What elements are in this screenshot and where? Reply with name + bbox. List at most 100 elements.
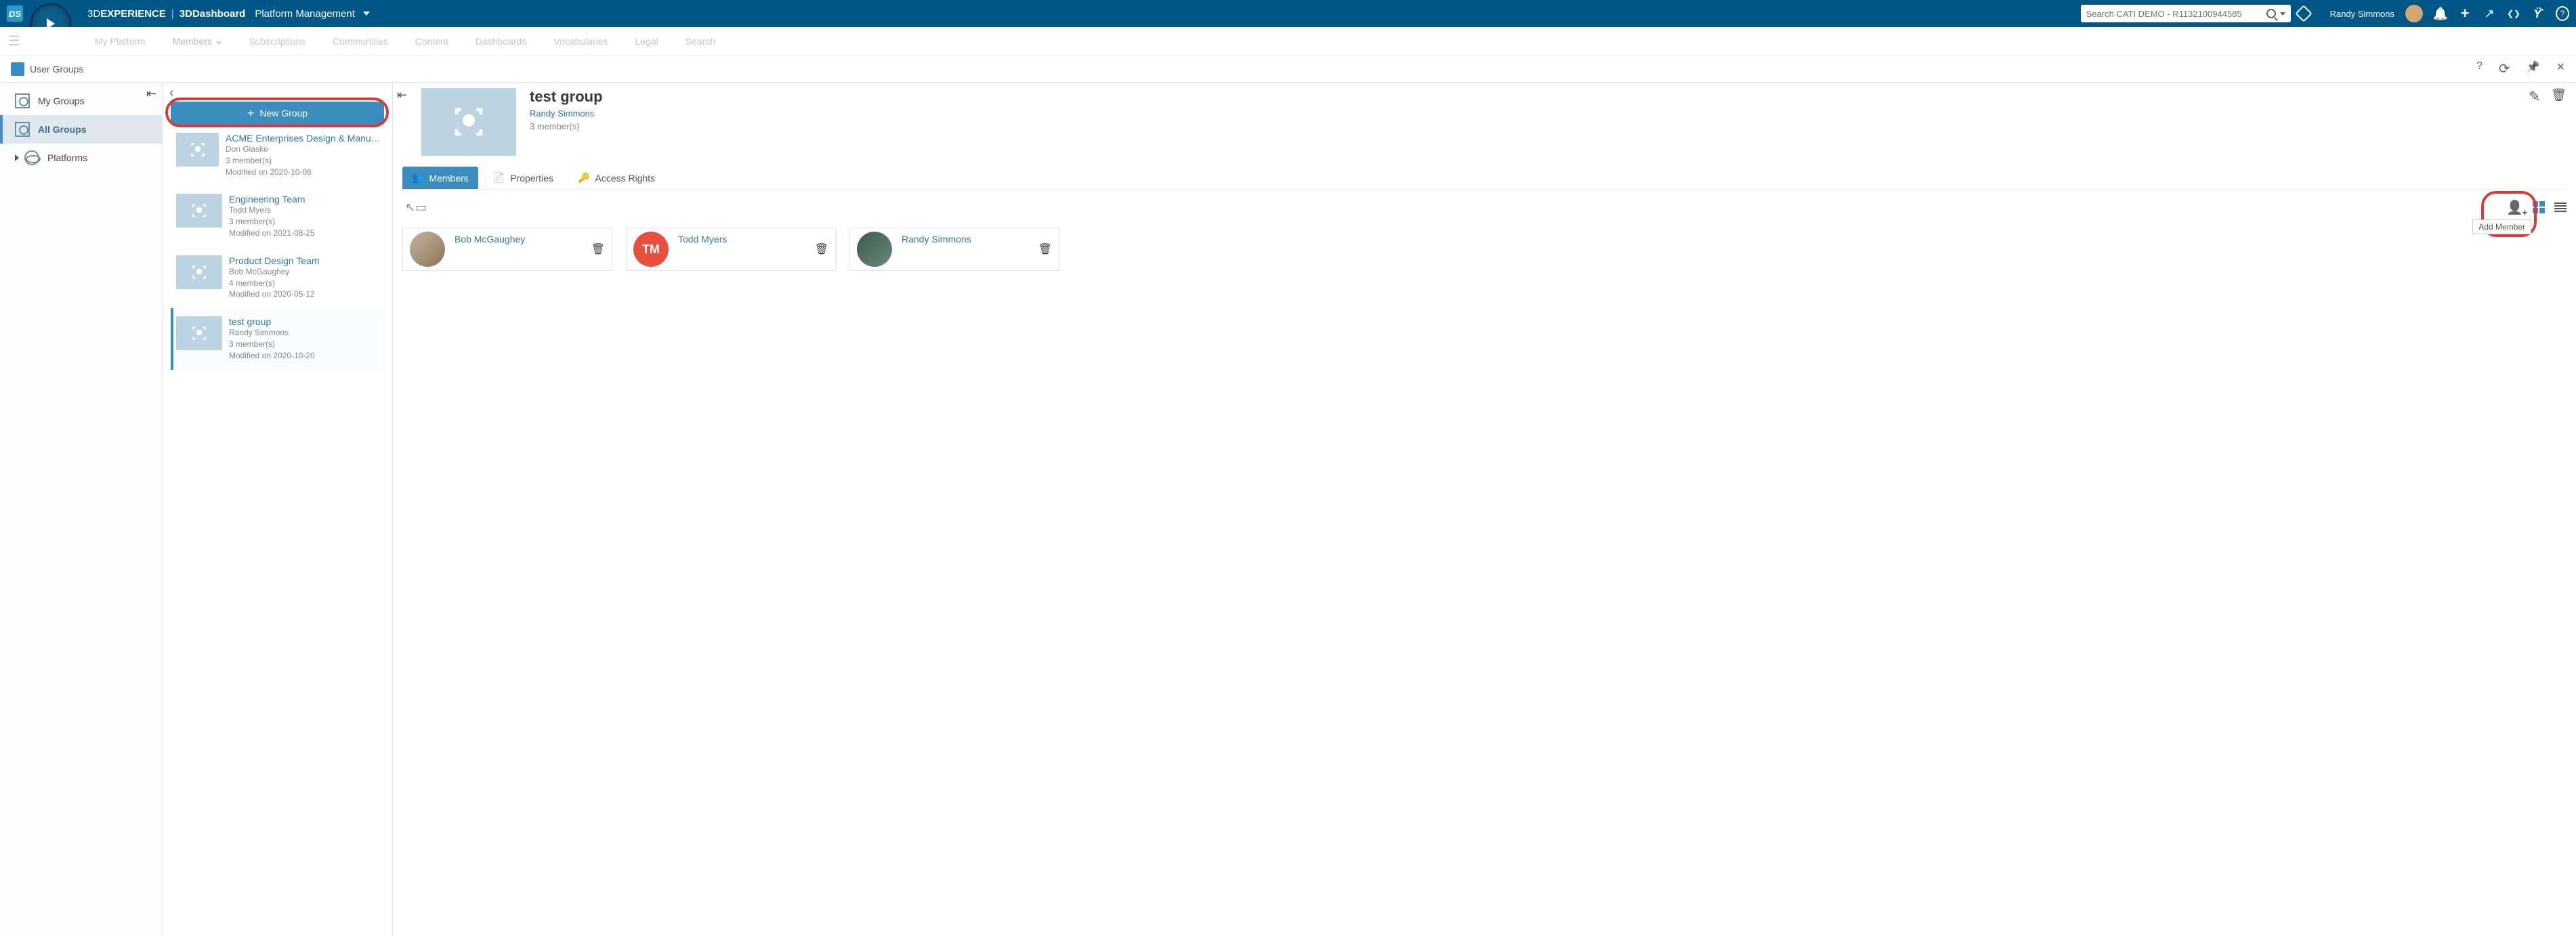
- group-thumb-icon: [176, 255, 222, 289]
- member-avatar: [410, 232, 445, 267]
- properties-icon: 📄: [493, 172, 505, 184]
- member-card[interactable]: Randy Simmons: [849, 228, 1059, 271]
- edit-icon[interactable]: [2529, 88, 2540, 105]
- subnav-subscriptions[interactable]: Subscriptions: [249, 36, 305, 47]
- user-avatar[interactable]: [2405, 5, 2423, 22]
- detail-tabs: 👥 Members 📄 Properties 🔑 Access Rights: [402, 167, 2567, 190]
- member-name[interactable]: Randy Simmons: [902, 234, 971, 244]
- refresh-icon[interactable]: [2499, 60, 2510, 77]
- brand-bold: EXPERIENCE: [100, 8, 166, 20]
- member-avatar: TM: [633, 232, 669, 267]
- app-icon: [11, 62, 24, 76]
- panel-title: User Groups: [30, 64, 83, 75]
- group-name: test group: [229, 316, 315, 327]
- group-members: 4 member(s): [229, 278, 320, 289]
- sidebar-item-label: Platforms: [47, 152, 87, 163]
- search-icon[interactable]: [2266, 9, 2276, 18]
- collapse-sidebar-icon[interactable]: ⇤: [146, 87, 156, 101]
- group-thumb-icon: [176, 133, 219, 167]
- access-icon: 🔑: [578, 172, 589, 184]
- tab-properties[interactable]: 📄 Properties: [484, 167, 563, 189]
- sidebar-item-platforms[interactable]: Platforms: [0, 144, 162, 172]
- help-icon[interactable]: [2556, 7, 2569, 20]
- member-card[interactable]: Bob McGaughey: [402, 228, 612, 271]
- group-icon: [15, 122, 30, 137]
- group-members: 3 member(s): [226, 155, 381, 167]
- global-search[interactable]: [2081, 5, 2291, 22]
- close-icon[interactable]: [2556, 60, 2565, 77]
- delete-icon[interactable]: [2551, 88, 2567, 105]
- main-area: ⇤ My Groups All Groups Platforms ‹ + New…: [0, 83, 2576, 936]
- grid-view-icon[interactable]: [2533, 201, 2545, 213]
- group-list-item[interactable]: test group Randy Simmons 3 member(s) Mod…: [171, 308, 384, 369]
- remove-member-icon[interactable]: [1038, 242, 1052, 256]
- group-name: ACME Enterprises Design & Manufa…: [226, 133, 381, 144]
- group-list-item[interactable]: Product Design Team Bob McGaughey 4 memb…: [171, 247, 384, 308]
- context-label[interactable]: Platform Management: [255, 8, 355, 20]
- new-group-label: New Group: [259, 108, 308, 119]
- back-icon[interactable]: ‹: [169, 85, 174, 101]
- collapse-detail-icon[interactable]: ⇤: [397, 88, 407, 102]
- add-icon[interactable]: [2458, 7, 2472, 20]
- group-owner[interactable]: Randy Simmons: [530, 108, 603, 119]
- group-thumb-icon: [176, 316, 222, 350]
- selection-icon[interactable]: ↖▭: [405, 200, 427, 215]
- remove-member-icon[interactable]: [591, 242, 605, 256]
- new-group-button[interactable]: + New Group: [171, 102, 384, 125]
- network-icon[interactable]: [2507, 7, 2520, 20]
- members-grid: Bob McGaughey TM Todd Myers Randy Simmon…: [402, 228, 2567, 271]
- dashboard-title[interactable]: 3DDashboard: [180, 8, 246, 20]
- pin-icon[interactable]: [2527, 60, 2540, 77]
- tab-members[interactable]: 👥 Members: [402, 167, 478, 189]
- group-list-item[interactable]: Engineering Team Todd Myers 3 member(s) …: [171, 186, 384, 247]
- subnav-dashboards[interactable]: Dashboards: [476, 36, 527, 47]
- group-icon: [15, 93, 30, 108]
- member-card[interactable]: TM Todd Myers: [626, 228, 836, 271]
- chevron-down-icon[interactable]: [363, 12, 370, 16]
- group-owner: Todd Myers: [229, 205, 315, 216]
- sidebar-item-all-groups[interactable]: All Groups: [0, 115, 162, 144]
- ify-icon[interactable]: ϔ: [2531, 7, 2545, 20]
- group-name: Engineering Team: [229, 194, 315, 205]
- subnav-content[interactable]: Content: [415, 36, 448, 47]
- subnav-communities[interactable]: Communities: [333, 36, 388, 47]
- subnav-vocabularies[interactable]: Vocabularies: [553, 36, 608, 47]
- add-member-icon[interactable]: [2506, 199, 2523, 216]
- subnav-search[interactable]: Search: [685, 36, 715, 47]
- subnav-my-platform[interactable]: My Platform: [95, 36, 146, 47]
- group-member-count: 3 member(s): [530, 121, 603, 131]
- group-members: 3 member(s): [229, 339, 315, 350]
- add-member-tooltip: Add Member: [2472, 219, 2531, 234]
- group-modified: Modified on 2021-08-25: [229, 228, 315, 239]
- search-input[interactable]: [2086, 9, 2266, 19]
- group-thumb-icon: [176, 194, 222, 228]
- chevron-down-icon: [216, 41, 221, 45]
- sidebar-item-label: All Groups: [38, 124, 87, 135]
- current-user-name[interactable]: Randy Simmons: [2330, 9, 2394, 19]
- group-list-item[interactable]: ACME Enterprises Design & Manufa… Don Gl…: [171, 125, 384, 186]
- group-owner: Randy Simmons: [229, 327, 315, 339]
- group-owner: Bob McGaughey: [229, 266, 320, 278]
- left-sidebar: ⇤ My Groups All Groups Platforms: [0, 83, 163, 936]
- subnav-members[interactable]: Members: [173, 36, 221, 47]
- member-name[interactable]: Todd Myers: [678, 234, 727, 244]
- group-modified: Modified on 2020-10-06: [226, 167, 381, 178]
- share-icon[interactable]: [2483, 7, 2496, 20]
- list-view-icon[interactable]: [2554, 203, 2567, 212]
- group-modified: Modified on 2020-05-12: [229, 289, 320, 300]
- panel-help-icon[interactable]: [2476, 60, 2483, 77]
- member-name[interactable]: Bob McGaughey: [455, 234, 525, 244]
- search-scope-chevron-icon[interactable]: [2280, 12, 2285, 16]
- tab-label: Properties: [510, 173, 553, 184]
- tab-access-rights[interactable]: 🔑 Access Rights: [568, 167, 664, 189]
- notifications-icon[interactable]: [2434, 7, 2447, 20]
- tag-icon[interactable]: [2295, 5, 2312, 22]
- sidebar-item-my-groups[interactable]: My Groups: [0, 87, 162, 115]
- remove-member-icon[interactable]: [815, 242, 828, 256]
- subnav-legal[interactable]: Legal: [635, 36, 658, 47]
- brand-thin: 3D: [87, 8, 100, 20]
- plus-icon: +: [247, 106, 255, 121]
- menu-icon[interactable]: ☰: [8, 33, 20, 49]
- group-list-column: ‹ + New Group ACME Enterprises Design & …: [163, 83, 393, 936]
- group-title: test group: [530, 88, 603, 106]
